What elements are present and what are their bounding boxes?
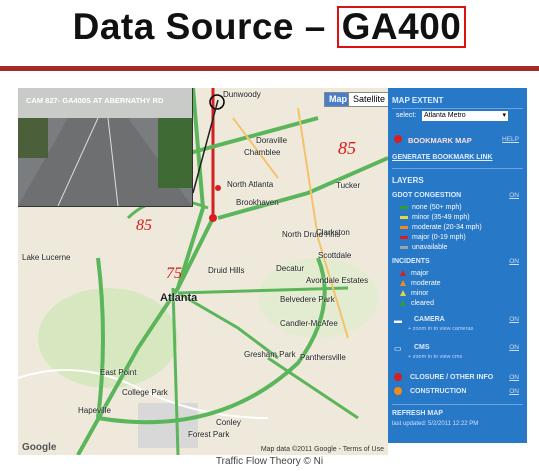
bookmark-icon (394, 135, 406, 143)
legend-none: none (50+ mph) (400, 204, 462, 211)
swatch (400, 245, 408, 249)
divider (392, 108, 523, 109)
incident-moderate: moderate (400, 280, 441, 287)
generate-bookmark-link[interactable]: GENERATE BOOKMARK LINK (392, 154, 493, 161)
slide-title-prefix: Data Source – (72, 6, 337, 47)
cms-zoom-hint: + zoom in to view cms (408, 354, 463, 360)
swatch (400, 215, 408, 219)
satellite-view-button[interactable]: Satellite (348, 92, 388, 107)
incident-minor: minor (400, 290, 429, 297)
region-select[interactable]: Atlanta Metro ▾ (422, 111, 508, 121)
closure-icon (394, 373, 406, 381)
divider (392, 404, 523, 405)
town-label: Clarkston (316, 228, 350, 237)
divider (392, 168, 523, 169)
incidents-header: INCIDENTS (392, 258, 430, 265)
layers-header: LAYERS (392, 176, 424, 185)
town-label: East Point (100, 368, 137, 377)
select-label: select: (396, 112, 417, 119)
town-label: Decatur (276, 264, 305, 273)
map-extent-header: MAP EXTENT (392, 96, 444, 105)
town-label: Forest Park (188, 430, 230, 439)
incidents-toggle[interactable]: ON (509, 258, 519, 265)
swatch (400, 235, 408, 239)
camera-image (18, 88, 192, 206)
slide-title: Data Source – GA400 (0, 6, 539, 48)
traffic-map[interactable]: Map Satellite CAM 827- GA400S AT ABERNAT… (18, 88, 388, 455)
gdot-congestion-header: GDOT CONGESTION (392, 192, 462, 199)
camera-snapshot: CAM 827- GA400S AT ABERNATHY RD (18, 88, 193, 207)
incident-major: major (400, 270, 429, 277)
construction-header: CONSTRUCTION (410, 388, 467, 395)
bookmark-map-link[interactable]: BOOKMARK MAP (408, 136, 472, 145)
town-label: Lake Lucerne (22, 253, 71, 262)
last-updated: last updated: 5/2/2011 12:22 PM (392, 421, 479, 427)
town-label: Gresham Park (244, 350, 296, 359)
chevron-down-icon: ▾ (502, 112, 506, 119)
cms-icon: ▭ (394, 344, 402, 353)
legend-minor: minor (35-49 mph) (400, 214, 470, 221)
swatch (400, 205, 408, 209)
construction-toggle[interactable]: ON (509, 388, 519, 395)
camera-header: CAMERA (414, 316, 445, 323)
town-label: Scottdale (318, 251, 352, 260)
camera-zoom-hint: + zoom in to view cameras (408, 326, 474, 332)
cms-toggle[interactable]: ON (509, 344, 519, 351)
town-label: Chamblee (244, 148, 281, 157)
title-divider (0, 66, 539, 71)
town-label: Conley (216, 418, 241, 427)
town-label: Hapeville (78, 406, 111, 415)
closure-toggle[interactable]: ON (509, 374, 519, 381)
map-control-panel: MAP EXTENT select: Atlanta Metro ▾ BOOKMA… (388, 88, 527, 443)
cms-header: CMS (414, 344, 430, 351)
slide-footer: Traffic Flow Theory © Ni (215, 456, 324, 467)
google-logo: Google (22, 442, 57, 453)
town-label: Belvedere Park (280, 295, 335, 304)
legend-moderate: moderate (20-34 mph) (400, 224, 482, 231)
region-select-value: Atlanta Metro (424, 112, 466, 119)
closure-header: CLOSURE / OTHER INFO (410, 374, 494, 381)
construction-icon (394, 387, 406, 395)
warning-icon (400, 300, 406, 307)
incident-cleared: cleared (400, 300, 434, 307)
refresh-map-link[interactable]: REFRESH MAP (392, 410, 443, 417)
town-label: North Atlanta (227, 180, 274, 189)
town-label: Doraville (256, 136, 288, 145)
warning-icon (400, 290, 406, 297)
camera-toggle[interactable]: ON (509, 316, 519, 323)
slide-title-highlight: GA400 (336, 6, 467, 48)
town-label: Panthersville (300, 353, 346, 362)
legend-unavailable: unavailable (400, 244, 447, 251)
help-link[interactable]: HELP (502, 136, 519, 143)
warning-icon (400, 280, 406, 287)
town-label: College Park (122, 388, 168, 397)
town-label: Brookhaven (236, 198, 279, 207)
legend-major: major (0-19 mph) (400, 234, 466, 241)
map-copyright[interactable]: Map data ©2011 Google - Terms of Use (261, 446, 384, 453)
gdot-congestion-toggle[interactable]: ON (509, 192, 519, 199)
city-label-atlanta: Atlanta (160, 292, 198, 304)
warning-icon (400, 270, 406, 277)
camera-caption: CAM 827- GA400S AT ABERNATHY RD (26, 96, 164, 105)
camera-icon: ▬ (394, 316, 402, 325)
town-label: Dunwoody (223, 90, 261, 99)
town-label: Druid Hills (208, 266, 245, 275)
swatch (400, 225, 408, 229)
town-label: Tucker (336, 181, 361, 190)
town-label: Avondale Estates (306, 276, 369, 285)
town-label: Candler-McAfee (280, 319, 338, 328)
